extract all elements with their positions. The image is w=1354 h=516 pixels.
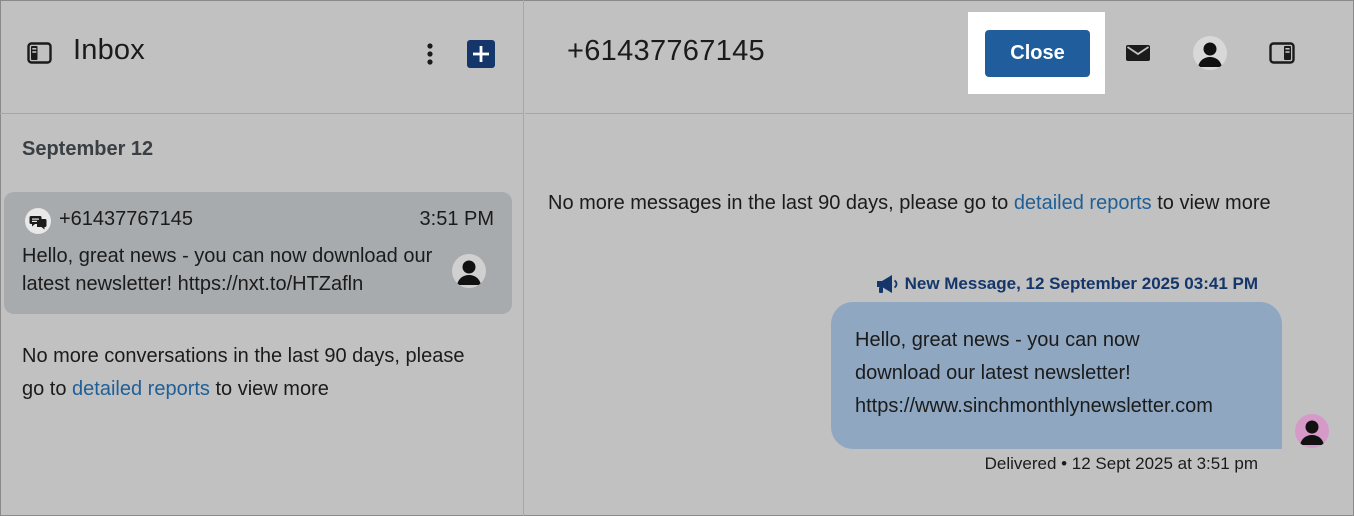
notice-text: No more messages in the last 90 days, pl… (548, 192, 1014, 214)
inbox-title: Inbox (73, 34, 145, 66)
panel-right-icon[interactable] (1269, 41, 1295, 65)
chat-header: +61437767145 Close (525, 0, 1354, 114)
detailed-reports-link[interactable]: detailed reports (72, 378, 210, 400)
inbox-pane: Inbox September 12 +61437767145 3:51 PM … (0, 0, 524, 516)
date-group-heading: September 12 (22, 138, 154, 160)
new-conversation-button[interactable] (467, 40, 495, 68)
mail-icon[interactable] (1125, 42, 1151, 64)
chat-bubbles-icon (25, 208, 51, 234)
close-button-highlight: Close (968, 12, 1105, 94)
contact-title: +61437767145 (567, 35, 765, 67)
delivery-status: Delivered • 12 Sept 2025 at 3:51 pm (984, 454, 1258, 473)
conversation-preview: Hello, great news - you can now download… (22, 245, 433, 295)
conversation-item[interactable]: +61437767145 3:51 PM Hello, great news -… (4, 192, 512, 314)
user-icon[interactable] (1193, 36, 1227, 70)
notice-text-end: to view more (1151, 192, 1271, 214)
conversation-phone: +61437767145 (59, 208, 194, 230)
message-meta: New Message, 12 September 2025 03:41 PM (875, 273, 1258, 295)
message-bubble: Hello, great news - you can now download… (831, 302, 1282, 449)
plus-icon (473, 46, 489, 62)
sidebar-toggle-icon[interactable] (27, 42, 52, 64)
avatar (1295, 414, 1329, 448)
message-line: Hello, great news - you can now (855, 329, 1140, 351)
no-more-messages-notice: No more messages in the last 90 days, pl… (548, 187, 1308, 220)
no-more-conversations-notice: No more conversations in the last 90 day… (22, 340, 492, 406)
message-line: https://www.sinchmonthlynewsletter.com (855, 395, 1213, 417)
notice-text-end: to view more (209, 378, 329, 400)
chat-body: No more messages in the last 90 days, pl… (525, 115, 1354, 516)
close-button[interactable]: Close (985, 30, 1090, 77)
message-line: download our latest newsletter! (855, 362, 1131, 384)
more-vertical-icon[interactable] (418, 40, 442, 68)
inbox-header: Inbox (0, 0, 524, 114)
detailed-reports-link[interactable]: detailed reports (1014, 192, 1152, 214)
conversation-time: 3:51 PM (419, 208, 494, 230)
megaphone-icon (876, 275, 897, 293)
avatar (452, 254, 486, 288)
message-timestamp: New Message, 12 September 2025 03:41 PM (904, 274, 1258, 293)
